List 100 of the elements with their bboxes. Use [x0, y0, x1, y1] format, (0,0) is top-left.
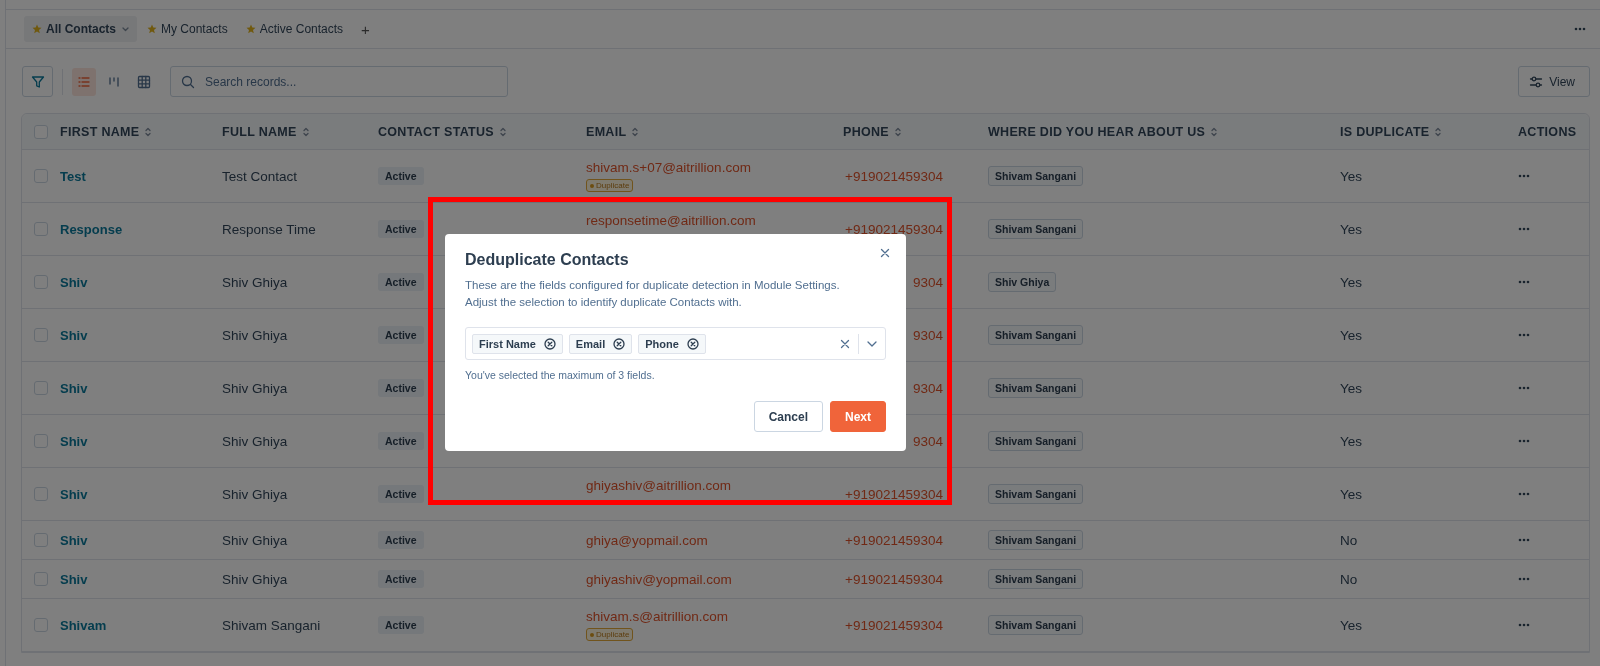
phone-number: +919021459304	[845, 486, 943, 502]
contact-link[interactable]: Shiv	[60, 274, 88, 290]
star-icon	[32, 24, 42, 34]
more-icon[interactable]	[1518, 538, 1530, 542]
view-tab[interactable]: My Contacts	[139, 16, 236, 42]
status-tag: Active	[378, 379, 424, 397]
more-icon[interactable]	[1518, 386, 1530, 390]
checkbox[interactable]	[34, 124, 48, 139]
table-cell: Shiv Ghiya	[222, 327, 288, 343]
more-icon[interactable]	[1518, 333, 1530, 337]
contact-link[interactable]: Shiv	[60, 380, 88, 396]
phone-number: 9304	[912, 433, 943, 449]
list-icon	[77, 74, 91, 89]
checkbox[interactable]	[34, 275, 48, 289]
contact-link[interactable]: Shivam	[60, 617, 107, 633]
email-link[interactable]: ghiyashiv@aitrillion.com	[586, 478, 731, 493]
phone-number: +919021459304	[845, 571, 943, 587]
more-icon[interactable]	[1518, 492, 1530, 496]
table-cell: Yes	[1340, 274, 1363, 290]
phone-number: 9304	[912, 274, 943, 290]
phone-number: 9304	[912, 327, 943, 343]
checkbox[interactable]	[34, 328, 48, 342]
more-icon[interactable]	[1518, 577, 1530, 581]
column-header: ACTIONS	[1518, 124, 1577, 139]
checkbox[interactable]	[34, 169, 48, 183]
dialog-description: These are the fields configured for duplicate detection in Module Settings. Adjust the selection to identify duplicate Contacts with.	[465, 278, 841, 310]
contact-link[interactable]: Response	[60, 221, 123, 237]
column-header: PHONE	[843, 124, 889, 139]
cancel-button[interactable]: Cancel	[753, 401, 823, 432]
clear-icon[interactable]	[840, 338, 850, 349]
email-link[interactable]: shivam.s+07@aitrillion.com	[586, 160, 751, 175]
sort-icon[interactable]	[500, 126, 506, 137]
contact-link[interactable]: Shiv	[60, 571, 88, 587]
remove-icon[interactable]	[543, 337, 556, 350]
email-link[interactable]: responsetime@aitrillion.com	[586, 213, 756, 228]
email-link[interactable]: ghiya@yopmail.com	[586, 532, 708, 548]
status-tag: Active	[378, 616, 424, 634]
checkbox[interactable]	[34, 222, 48, 236]
email-link[interactable]: shivam.s@aitrillion.com	[586, 609, 728, 624]
email-link[interactable]: ghiyashiv@yopmail.com	[586, 571, 732, 587]
sort-icon[interactable]	[632, 126, 639, 137]
table-cell: Yes	[1340, 380, 1363, 396]
filter-button[interactable]	[22, 66, 53, 97]
field-select[interactable]: First Name Email Phone	[465, 327, 886, 360]
source-tag: Shivam Sangani	[988, 325, 1084, 345]
table-cell: Shiv Ghiya	[222, 571, 288, 587]
more-icon[interactable]	[1574, 27, 1586, 31]
contact-link[interactable]: Shiv	[60, 486, 88, 502]
next-button[interactable]: Next	[830, 401, 886, 432]
source-tag: Shivam Sangani	[988, 166, 1084, 186]
sort-icon[interactable]	[894, 126, 901, 137]
checkbox[interactable]	[34, 487, 48, 501]
contact-link[interactable]: Shiv	[60, 327, 88, 343]
sliders-icon	[1529, 74, 1544, 89]
source-tag: Shivam Sangani	[988, 484, 1084, 504]
table-cell: Yes	[1340, 433, 1363, 449]
sort-icon[interactable]	[302, 126, 309, 137]
chevron-down-icon[interactable]	[867, 340, 877, 347]
source-tag: Shivam Sangani	[988, 378, 1084, 398]
checkbox[interactable]	[34, 434, 48, 448]
close-icon[interactable]	[880, 248, 890, 258]
source-tag: Shivam Sangani	[988, 530, 1084, 550]
remove-icon[interactable]	[613, 337, 626, 350]
remove-icon[interactable]	[686, 337, 699, 350]
phone-number: +919021459304	[845, 532, 943, 548]
view-tab[interactable]: All Contacts	[24, 16, 137, 42]
table-cell: Yes	[1340, 617, 1363, 633]
view-tab[interactable]: Active Contacts	[237, 16, 352, 42]
more-icon[interactable]	[1518, 623, 1530, 627]
view-button[interactable]: View	[1518, 66, 1590, 97]
list-view-button[interactable]	[72, 67, 96, 96]
more-icon[interactable]	[1518, 439, 1530, 443]
table-cell: Yes	[1340, 486, 1363, 502]
status-tag: Active	[378, 485, 424, 503]
checkbox[interactable]	[34, 381, 48, 395]
checkbox[interactable]	[34, 533, 48, 547]
dialog-title: Deduplicate Contacts	[465, 251, 630, 269]
sort-icon[interactable]	[1211, 126, 1218, 137]
contact-link[interactable]: Shiv	[60, 532, 88, 548]
status-tag: Active	[378, 570, 424, 588]
status-tag: Active	[378, 167, 424, 185]
more-icon[interactable]	[1518, 174, 1530, 178]
contact-link[interactable]: Test	[60, 168, 86, 184]
more-icon[interactable]	[1518, 227, 1530, 231]
field-chip[interactable]: Email	[568, 333, 633, 354]
grid-icon	[137, 74, 151, 89]
checkbox[interactable]	[34, 572, 48, 586]
phone-number: +919021459304	[845, 221, 943, 237]
search-field[interactable]: Search records...	[170, 66, 508, 97]
add-tab-button[interactable]: +	[353, 18, 378, 40]
contact-link[interactable]: Shiv	[60, 433, 88, 449]
checkbox[interactable]	[34, 618, 48, 632]
search-input[interactable]: Search records...	[203, 73, 497, 90]
source-tag: Shivam Sangani	[988, 431, 1084, 451]
more-icon[interactable]	[1518, 280, 1530, 284]
sort-icon[interactable]	[145, 126, 152, 137]
field-chip[interactable]: Phone	[638, 333, 706, 354]
field-chip[interactable]: First Name	[472, 333, 563, 354]
phone-number: +919021459304	[845, 168, 943, 184]
sort-icon[interactable]	[1435, 126, 1442, 137]
